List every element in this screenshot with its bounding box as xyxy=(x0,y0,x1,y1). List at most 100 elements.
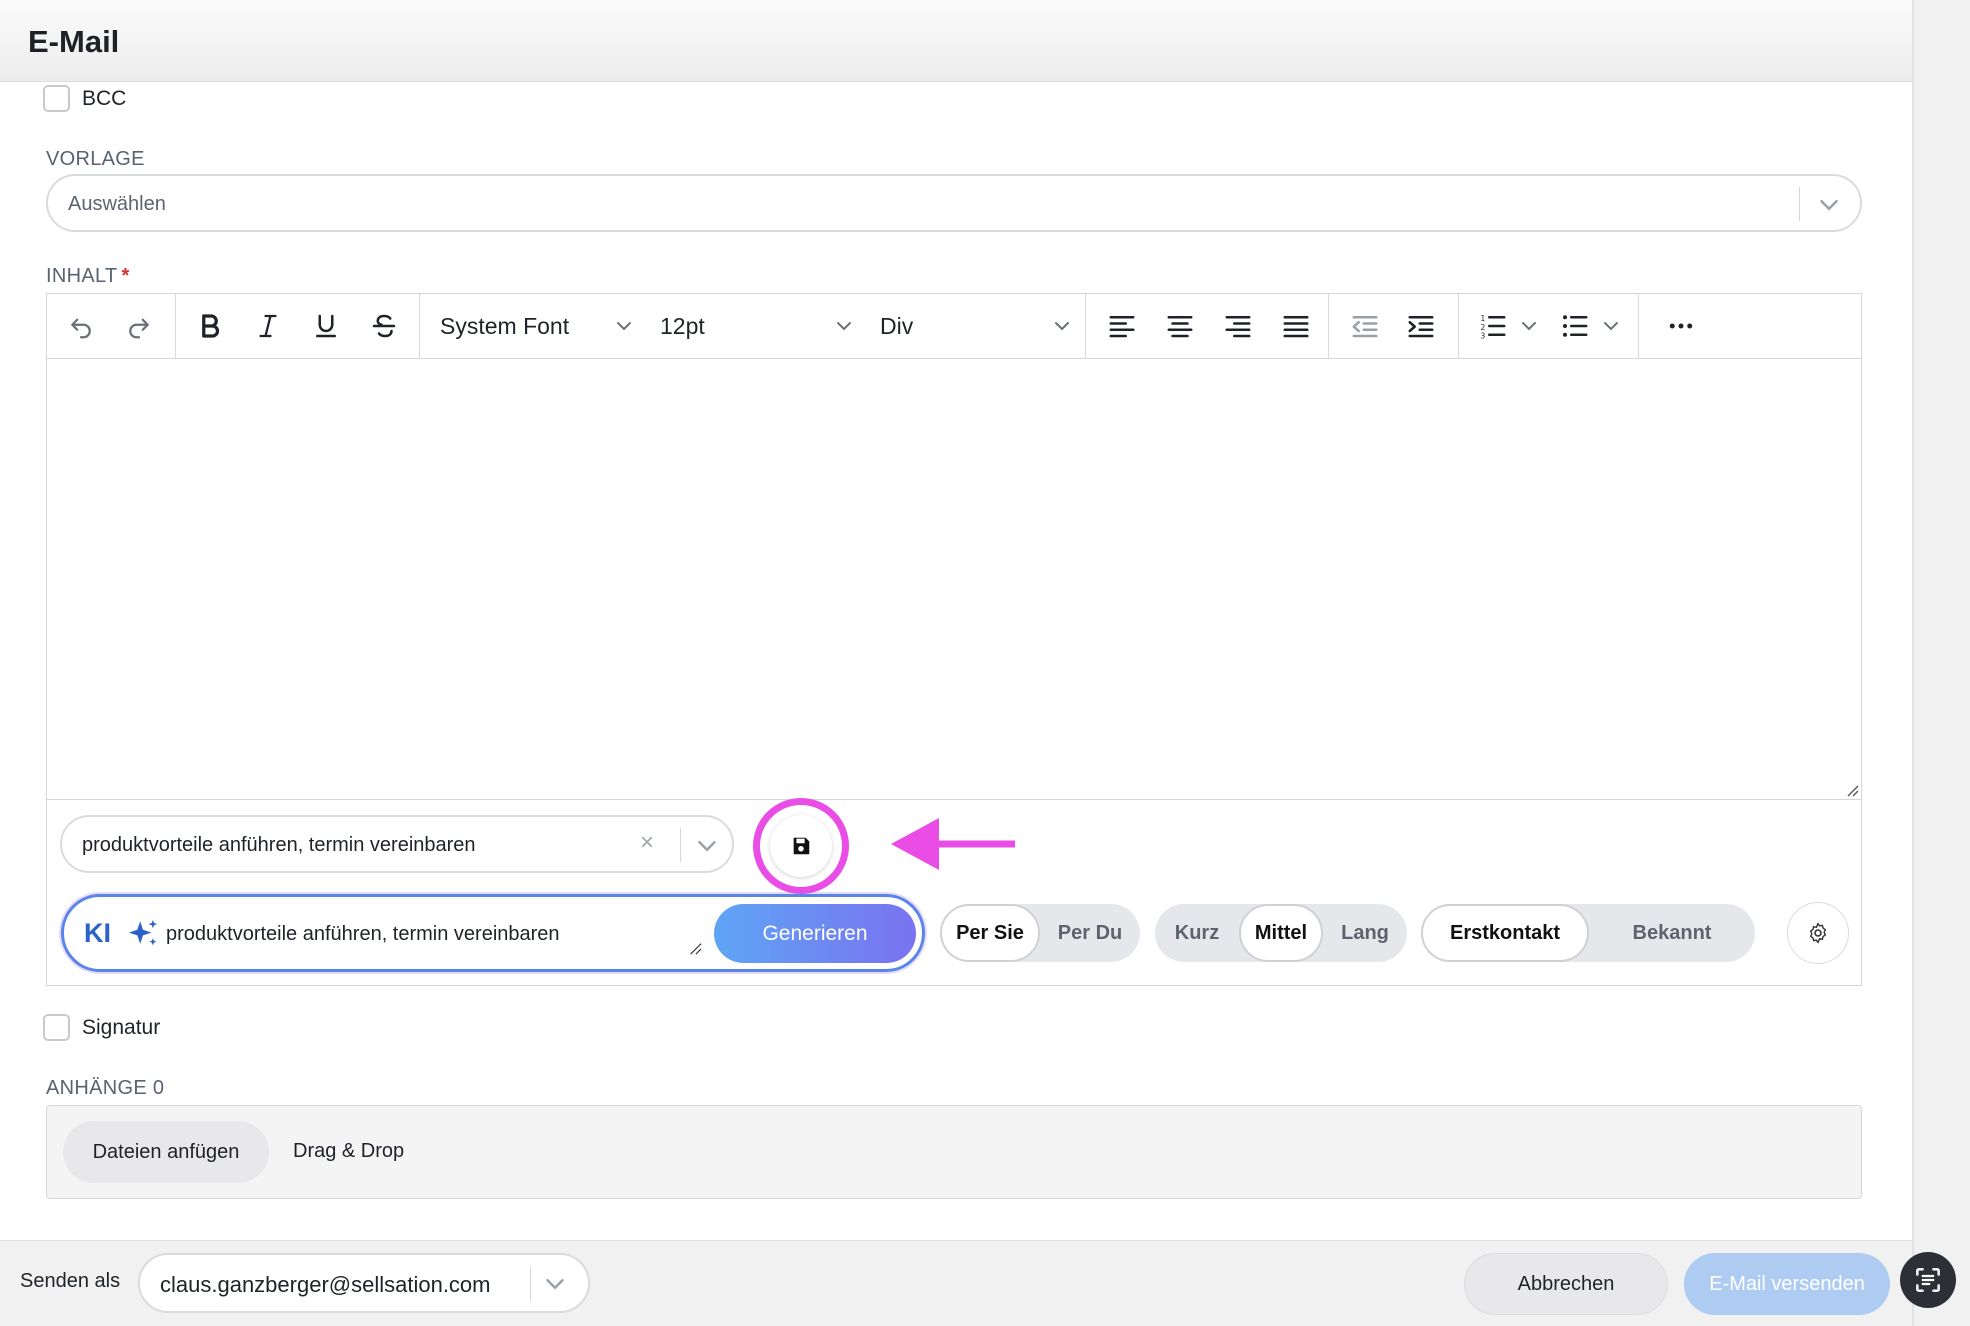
bold-button[interactable] xyxy=(192,308,228,344)
underline-button[interactable] xyxy=(308,308,344,344)
list-group: 123 xyxy=(1459,294,1639,358)
save-icon xyxy=(793,837,810,855)
editor-content-area[interactable] xyxy=(47,359,1861,800)
svg-text:1: 1 xyxy=(1481,314,1486,323)
align-right-button[interactable] xyxy=(1220,308,1256,344)
attachment-dropzone[interactable]: Dateien anfügen Drag & Drop xyxy=(46,1105,1862,1199)
outdent-icon xyxy=(1352,316,1378,338)
align-group xyxy=(1086,294,1329,358)
prompt-preset-select[interactable]: produktvorteile anführen, termin vereinb… xyxy=(60,815,734,873)
template-select[interactable]: Auswählen xyxy=(46,174,1862,232)
align-left-icon xyxy=(1109,316,1135,338)
chevron-down-icon xyxy=(1055,322,1069,331)
numbered-list-button[interactable]: 123 xyxy=(1475,308,1511,344)
modal-title: E-Mail xyxy=(28,24,120,59)
add-files-button[interactable]: Dateien anfügen xyxy=(63,1121,269,1183)
option-per-sie[interactable]: Per Sie xyxy=(940,904,1040,962)
option-kurz[interactable]: Kurz xyxy=(1155,904,1239,962)
chevron-down-icon xyxy=(617,322,631,331)
editor-toolbar: System Font 12pt Div 1 2 3 xyxy=(47,294,1861,359)
address-segment: Per Sie Per Du xyxy=(940,904,1140,962)
select-divider xyxy=(1799,187,1800,221)
send-as-label: Senden als xyxy=(20,1270,121,1292)
drag-drop-hint: Drag & Drop xyxy=(293,1140,405,1162)
relation-segment: Erstkontakt Bekannt xyxy=(1421,904,1755,962)
scan-assistant-button[interactable] xyxy=(1900,1252,1956,1308)
resize-grip-icon[interactable] xyxy=(688,941,702,955)
bcc-checkbox[interactable] xyxy=(43,85,70,112)
bullet-list-button[interactable] xyxy=(1557,308,1593,344)
option-bekannt[interactable]: Bekannt xyxy=(1589,904,1755,962)
align-center-button[interactable] xyxy=(1162,308,1198,344)
option-erstkontakt[interactable]: Erstkontakt xyxy=(1421,904,1589,962)
align-justify-icon xyxy=(1283,316,1309,338)
indent-group xyxy=(1329,294,1459,358)
align-center-icon xyxy=(1167,316,1193,338)
chevron-down-icon xyxy=(1820,200,1838,211)
align-justify-button[interactable] xyxy=(1278,308,1314,344)
signature-row: Signatur xyxy=(43,1014,160,1041)
font-group: System Font 12pt Div xyxy=(420,294,1086,358)
option-per-du[interactable]: Per Du xyxy=(1040,904,1140,962)
cancel-button[interactable]: Abbrechen xyxy=(1464,1253,1668,1315)
history-group xyxy=(47,294,176,358)
indent-button[interactable] xyxy=(1403,308,1439,344)
chevron-down-icon[interactable] xyxy=(1517,314,1541,338)
prompt-preset-value: produktvorteile anführen, termin vereinb… xyxy=(82,834,476,856)
content-label-text: INHALT xyxy=(46,265,118,287)
gear-icon xyxy=(1809,922,1827,944)
italic-button[interactable] xyxy=(250,308,286,344)
svg-text:3: 3 xyxy=(1481,332,1486,341)
numbered-list-icon: 123 xyxy=(1481,314,1506,341)
signature-label: Signatur xyxy=(82,1015,161,1039)
ai-label: KI xyxy=(84,918,111,948)
option-lang[interactable]: Lang xyxy=(1323,904,1407,962)
indent-icon xyxy=(1408,316,1434,338)
email-modal: E-Mail BCC VORLAGE Auswählen INHALT * Sy… xyxy=(0,0,1912,1326)
rich-text-editor: System Font 12pt Div 1 2 3 produktvortei… xyxy=(46,293,1862,986)
sender-value: claus.ganzberger@sellsation.com xyxy=(160,1272,491,1297)
sender-select[interactable]: claus.ganzberger@sellsation.com xyxy=(138,1253,590,1313)
more-horizontal-icon xyxy=(1669,323,1693,329)
outdent-button[interactable] xyxy=(1347,308,1383,344)
select-divider xyxy=(680,828,681,862)
block-format-select[interactable]: Div xyxy=(880,313,913,340)
template-placeholder: Auswählen xyxy=(68,193,166,215)
signature-checkbox[interactable] xyxy=(43,1014,70,1041)
align-right-icon xyxy=(1225,316,1251,338)
required-mark: * xyxy=(121,265,130,287)
strikethrough-button[interactable] xyxy=(366,308,402,344)
ai-prompt-input[interactable]: produktvorteile anführen, termin vereinb… xyxy=(166,923,560,946)
svg-text:2: 2 xyxy=(1481,323,1486,332)
chevron-down-icon xyxy=(698,841,716,852)
chevron-down-icon[interactable] xyxy=(1599,314,1623,338)
scan-icon xyxy=(1916,1268,1940,1292)
clear-icon[interactable]: × xyxy=(640,829,654,857)
undo-icon xyxy=(71,318,91,339)
bold-icon xyxy=(202,314,220,338)
save-prompt-button[interactable] xyxy=(770,815,832,877)
font-family-select[interactable]: System Font xyxy=(440,313,569,340)
bcc-label: BCC xyxy=(82,86,127,110)
modal-header: E-Mail xyxy=(0,0,1912,82)
save-prompt-highlight xyxy=(753,798,849,894)
ai-settings-button[interactable] xyxy=(1787,902,1849,964)
more-options-button[interactable] xyxy=(1663,308,1699,344)
annotation-arrow-icon xyxy=(891,818,1015,870)
undo-button[interactable] xyxy=(63,308,99,344)
redo-button[interactable] xyxy=(121,308,157,344)
option-mittel[interactable]: Mittel xyxy=(1239,904,1323,962)
send-email-button[interactable]: E-Mail versenden xyxy=(1684,1253,1890,1315)
redo-icon xyxy=(129,318,149,339)
content-label: INHALT * xyxy=(46,265,130,288)
template-label: VORLAGE xyxy=(46,148,145,170)
resize-grip-icon[interactable] xyxy=(1843,781,1859,797)
font-size-select[interactable]: 12pt xyxy=(660,313,705,340)
align-left-button[interactable] xyxy=(1104,308,1140,344)
bullet-list-icon xyxy=(1563,315,1588,337)
ai-prompt-box: KI produktvorteile anführen, termin vere… xyxy=(61,894,925,972)
background-strip xyxy=(1912,0,1970,1326)
select-divider xyxy=(530,1267,531,1301)
generate-button[interactable]: Generieren xyxy=(714,904,916,963)
bcc-row: BCC xyxy=(43,85,126,112)
